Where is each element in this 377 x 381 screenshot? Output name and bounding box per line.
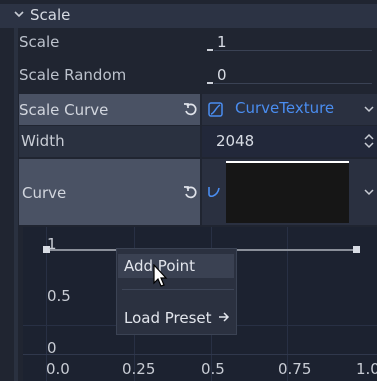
slider-track: [214, 50, 372, 51]
curve-label: Curve: [22, 184, 67, 202]
curve-texture-icon: [208, 102, 223, 117]
scale-random-label: Scale Random: [19, 66, 127, 84]
menu-separator: [122, 289, 234, 290]
chevron-down-icon: [364, 106, 374, 113]
scale-random-field[interactable]: 0: [204, 64, 372, 88]
y-tick-label: 0.5: [47, 287, 71, 305]
x-tick-label: 1.0: [356, 360, 377, 378]
chevron-down-icon: [364, 189, 374, 196]
scale-field[interactable]: 1: [204, 31, 372, 55]
chevron-down-icon: [14, 11, 24, 18]
curve-preview-line: [226, 161, 349, 163]
menu-item-label: Load Preset: [124, 309, 212, 327]
scale-curve-label: Scale Curve: [19, 101, 109, 119]
spinner-arrows-icon[interactable]: [363, 133, 375, 149]
mouse-cursor-icon: [153, 264, 168, 287]
revert-icon[interactable]: [183, 185, 198, 200]
grid-line: [23, 354, 377, 355]
curve-icon: [208, 187, 220, 198]
scale-random-value: 0: [217, 66, 227, 84]
y-tick-label: 1: [47, 235, 57, 253]
width-label: Width: [21, 132, 65, 150]
slider-tick: [207, 82, 213, 84]
curve-resource-picker[interactable]: [202, 159, 377, 225]
scale-value: 1: [217, 33, 227, 51]
slider-track: [214, 83, 372, 84]
slider-tick: [207, 49, 213, 51]
x-tick-label: 0.25: [122, 360, 156, 378]
curve-texture-label: CurveTexture: [235, 99, 335, 117]
submenu-arrow-icon: [219, 312, 230, 322]
width-value: 2048: [216, 132, 255, 150]
scale-label: Scale: [19, 33, 60, 51]
section-indent-bar: [14, 28, 18, 381]
width-spinbox[interactable]: 2048: [202, 126, 377, 157]
curve-point[interactable]: [353, 246, 360, 253]
section-title: Scale: [30, 6, 71, 24]
x-tick-label: 0.0: [46, 360, 70, 378]
x-tick-label: 0.75: [278, 360, 312, 378]
y-tick-label: 0: [47, 339, 57, 357]
curve-preview: [226, 161, 349, 223]
revert-icon[interactable]: [183, 102, 198, 117]
x-tick-label: 0.5: [201, 360, 225, 378]
curve-texture-resource-picker[interactable]: CurveTexture: [202, 94, 377, 125]
